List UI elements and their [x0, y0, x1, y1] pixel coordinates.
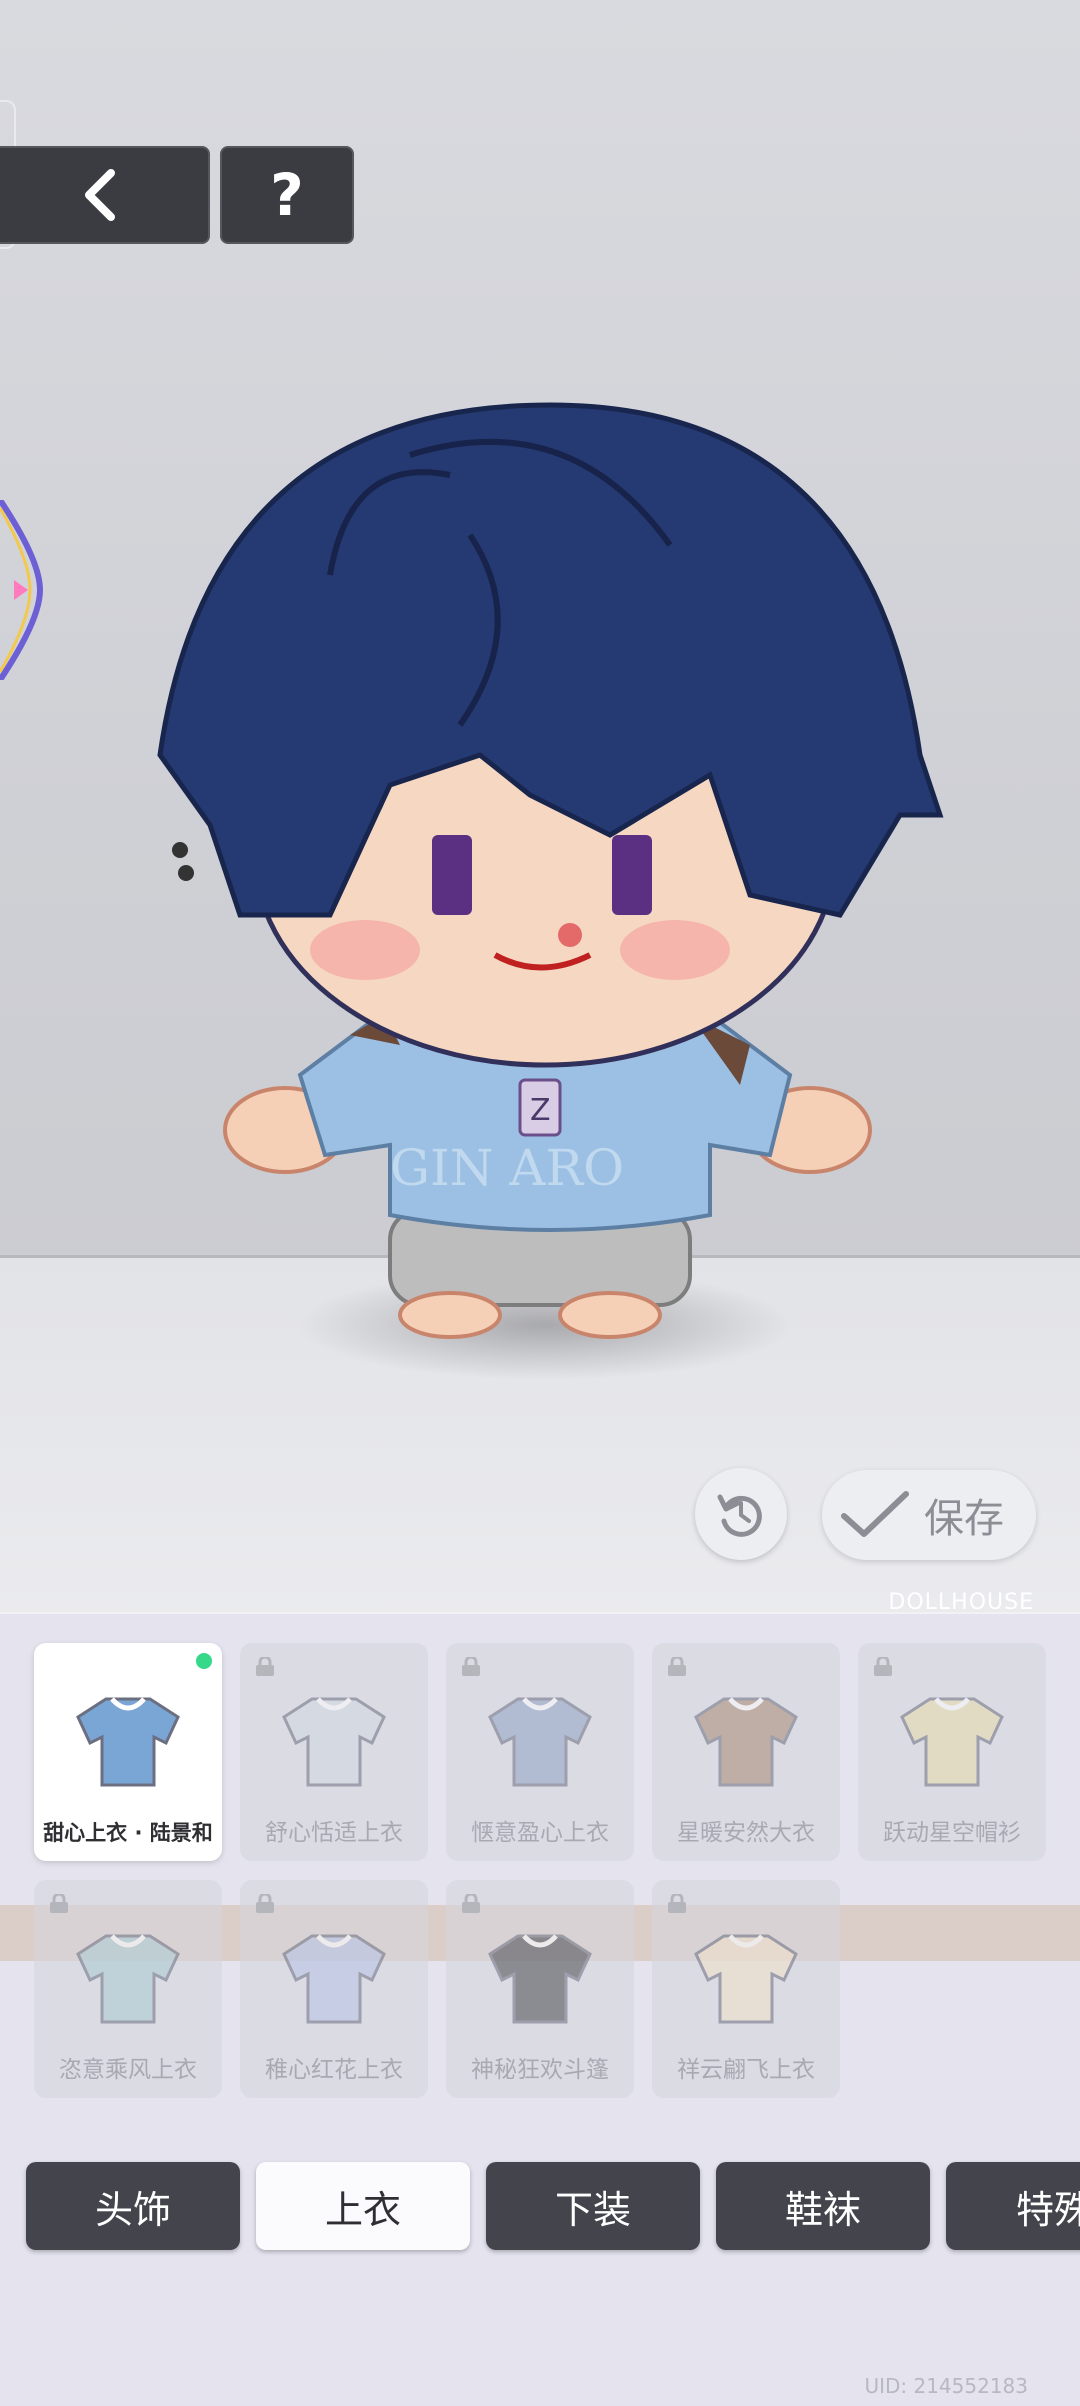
equipped-indicator [196, 1653, 212, 1669]
svg-text:Z: Z [530, 1093, 551, 1128]
tab-tops[interactable]: 上衣 [256, 2162, 470, 2250]
reset-button[interactable] [695, 1468, 787, 1560]
back-button[interactable] [0, 146, 210, 244]
svg-text:GIN ARO: GIN ARO [390, 1139, 624, 1197]
lock-icon [256, 1657, 274, 1676]
item-label: 稚心红花上衣 [265, 2057, 403, 2083]
item-card[interactable]: 神秘狂欢斗篷 [446, 1880, 634, 2098]
lock-icon [668, 1894, 686, 1913]
tab-label: 鞋袜 [784, 2187, 861, 2232]
shirt-icon [76, 1697, 180, 1787]
tab-bottoms[interactable]: 下装 [486, 2162, 700, 2250]
shirt-icon [488, 1697, 592, 1787]
brand-label: DOLLHOUSE [888, 1590, 1034, 1615]
tab-label: 上衣 [324, 2187, 401, 2232]
save-label: 保存 [924, 1496, 1004, 1542]
save-button[interactable]: 保存 [822, 1470, 1036, 1560]
shirt-icon [900, 1697, 1004, 1787]
uid-text: UID: 214552183 [864, 2374, 1028, 2398]
shirt-icon [282, 1697, 386, 1787]
shirt-icon [694, 1697, 798, 1787]
tab-headwear[interactable]: 头饰 [26, 2162, 240, 2250]
help-button[interactable]: ? [220, 146, 354, 244]
item-label: 甜心上衣 · 陆景和 [43, 1821, 213, 1845]
item-label: 恣意乘风上衣 [59, 2057, 197, 2083]
tab-label: 头饰 [94, 2187, 171, 2232]
lock-icon [462, 1657, 480, 1676]
item-card[interactable]: 星暖安然大衣 [652, 1643, 840, 1861]
check-icon [841, 1491, 909, 1537]
tab-label: 特殊 [1016, 2187, 1080, 2232]
item-card[interactable]: 稚心红花上衣 [240, 1880, 428, 2098]
item-label: 星暖安然大衣 [677, 1820, 815, 1846]
chevron-left-icon [85, 169, 115, 221]
shirt-icon [76, 1934, 180, 2024]
lock-icon [256, 1894, 274, 1913]
item-label: 舒心恬适上衣 [265, 1820, 403, 1846]
lock-icon [50, 1894, 68, 1913]
help-label: ? [270, 161, 304, 229]
shirt-icon [694, 1934, 798, 2024]
item-card[interactable]: 甜心上衣 · 陆景和 [34, 1643, 222, 1861]
side-drawer-handle[interactable] [0, 500, 50, 680]
item-label: 神秘狂欢斗篷 [471, 2057, 609, 2083]
item-label: 跃动星空帽衫 [883, 1820, 1021, 1846]
shirt-icon [488, 1934, 592, 2024]
tab-label: 下装 [554, 2187, 631, 2232]
item-label: 祥云翩飞上衣 [677, 2057, 815, 2083]
shirt-icon [282, 1934, 386, 2024]
doll-character[interactable]: GIN ARO Z [150, 395, 950, 1355]
item-card[interactable]: 恣意乘风上衣 [34, 1880, 222, 2098]
tab-special[interactable]: 特殊 [946, 2162, 1080, 2250]
lock-icon [668, 1657, 686, 1676]
item-label: 惬意盈心上衣 [471, 1820, 609, 1846]
undo-icon [717, 1494, 762, 1537]
lock-icon [462, 1894, 480, 1913]
item-card[interactable]: 祥云翩飞上衣 [652, 1880, 840, 2098]
lock-icon [874, 1657, 892, 1676]
tab-shoes[interactable]: 鞋袜 [716, 2162, 930, 2250]
item-card[interactable]: 舒心恬适上衣 [240, 1643, 428, 1861]
character-scene: GIN ARO Z [0, 0, 1080, 1658]
item-card[interactable]: 跃动星空帽衫 [858, 1643, 1046, 1861]
item-card[interactable]: 惬意盈心上衣 [446, 1643, 634, 1861]
